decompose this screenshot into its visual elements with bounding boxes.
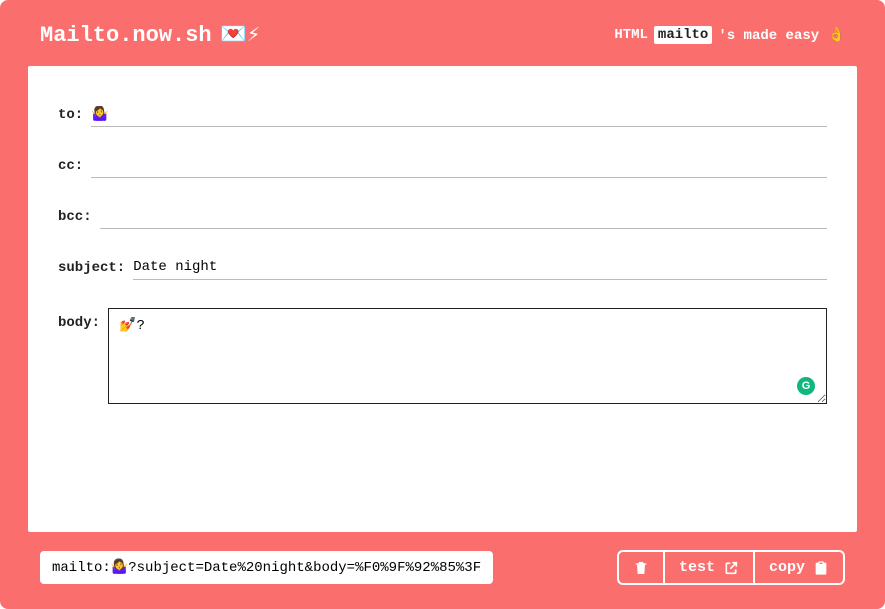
app-container: Mailto.now.sh 💌⚡ HTML mailto 's made eas…: [0, 0, 885, 609]
test-button-label: test: [679, 559, 715, 576]
bcc-input[interactable]: [100, 206, 827, 229]
copy-button[interactable]: copy: [755, 552, 843, 583]
brand-title: Mailto.now.sh 💌⚡: [40, 22, 260, 48]
bcc-label: bcc:: [58, 206, 100, 228]
bcc-row: bcc:: [58, 206, 827, 229]
subject-label: subject:: [58, 257, 133, 279]
form-panel: to: cc: bcc: subject: body:: [28, 66, 857, 532]
grammarly-icon[interactable]: G: [797, 377, 815, 395]
button-group: test copy: [617, 550, 845, 585]
body-label: body:: [58, 308, 108, 334]
cc-label: cc:: [58, 155, 91, 177]
clipboard-icon: [813, 560, 829, 576]
body-row: body: G: [58, 308, 827, 409]
cc-input[interactable]: [91, 155, 827, 178]
trash-icon: [633, 560, 649, 576]
tagline-html: HTML: [614, 27, 648, 43]
clear-button[interactable]: [619, 552, 665, 583]
tagline-rest: 's made easy 👌: [718, 27, 845, 44]
footer: mailto:🤷‍♀️?subject=Date%20night&body=%F…: [0, 532, 885, 609]
copy-button-label: copy: [769, 559, 805, 576]
tagline: HTML mailto 's made easy 👌: [614, 26, 845, 44]
subject-input[interactable]: [133, 257, 827, 280]
cc-row: cc:: [58, 155, 827, 178]
test-button[interactable]: test: [665, 552, 755, 583]
brand-emoji: 💌⚡: [220, 22, 261, 48]
to-row: to:: [58, 104, 827, 127]
body-textarea[interactable]: [108, 308, 827, 404]
external-link-icon: [723, 560, 739, 576]
subject-row: subject:: [58, 257, 827, 280]
header: Mailto.now.sh 💌⚡ HTML mailto 's made eas…: [0, 0, 885, 66]
mailto-output[interactable]: mailto:🤷‍♀️?subject=Date%20night&body=%F…: [40, 551, 493, 584]
tagline-mailto: mailto: [654, 26, 712, 44]
to-input[interactable]: [91, 104, 827, 127]
brand-text: Mailto.now.sh: [40, 23, 212, 48]
to-label: to:: [58, 104, 91, 126]
